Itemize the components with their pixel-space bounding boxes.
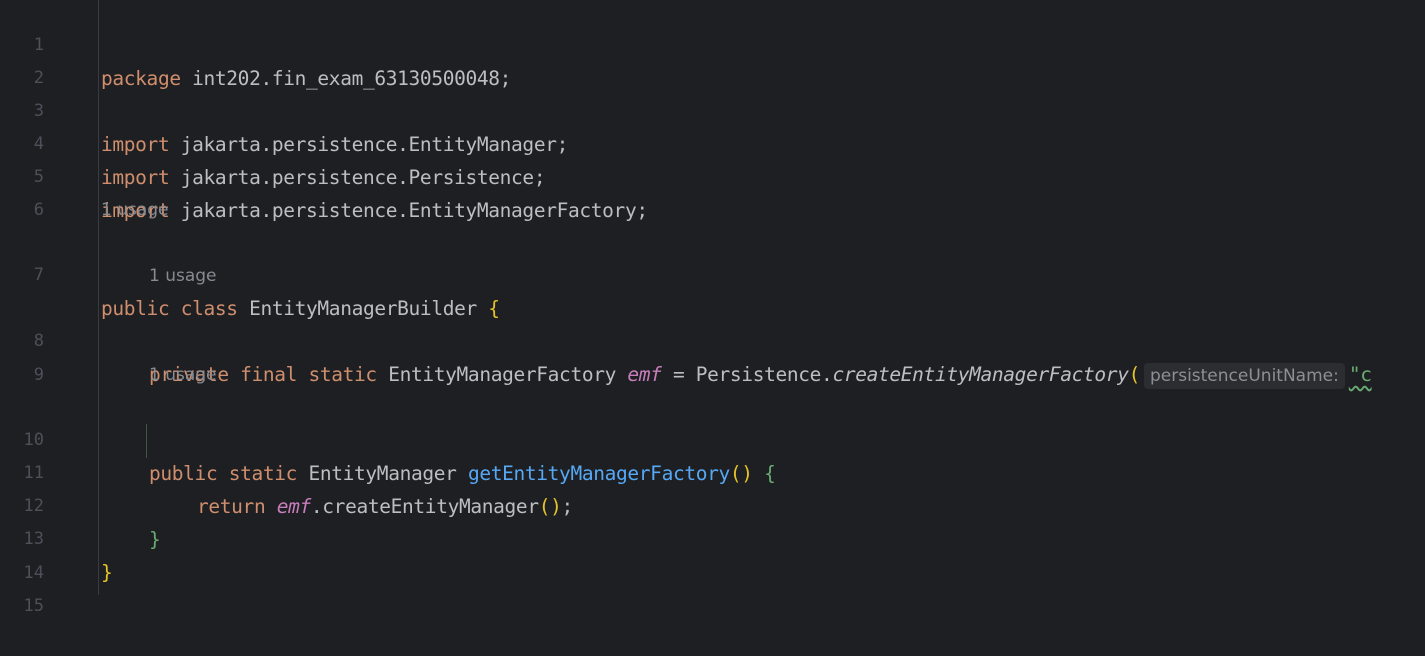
- usage-code-lens[interactable]: 1 usage: [149, 260, 217, 293]
- code-line-4[interactable]: 4 import jakarta.persistence.Persistence…: [0, 95, 1425, 189]
- code-line-7[interactable]: 7 public class EntityManagerBuilder {: [0, 226, 1425, 320]
- string-token: "c: [1348, 363, 1372, 386]
- code-line-9[interactable]: 9: [0, 326, 1425, 385]
- code-line-5[interactable]: 5 import jakarta.persistence.EntityManag…: [0, 128, 1425, 222]
- usage-code-lens[interactable]: 1 usage: [101, 194, 169, 227]
- code-line-1[interactable]: 1 package int202.fin_exam_63130500048;: [0, 0, 1425, 90]
- code-line-6[interactable]: 6: [0, 161, 1425, 220]
- code-editor[interactable]: 1 package int202.fin_exam_63130500048; 2…: [0, 0, 1425, 616]
- static-method-token: createEntityManagerFactory: [832, 363, 1129, 386]
- field-token: emf: [627, 363, 662, 386]
- code-text[interactable]: import jakarta.persistence.EntityManager…: [101, 194, 648, 227]
- parameter-hint: persistenceUnitName:: [1143, 363, 1345, 389]
- import-path-token: jakarta.persistence.EntityManagerFactory…: [169, 199, 648, 222]
- code-line-13[interactable]: 13 }: [0, 490, 1425, 584]
- code-line-11[interactable]: 11 return emf.createEntityManager();: [0, 424, 1425, 518]
- code-line-15[interactable]: 15: [0, 557, 1425, 616]
- usage-code-lens[interactable]: 1 usage: [149, 359, 217, 392]
- keyword-token: final: [240, 363, 298, 386]
- code-line-3[interactable]: 3 import jakarta.persistence.EntityManag…: [0, 62, 1425, 156]
- code-line-12[interactable]: 12 }: [0, 457, 1425, 551]
- keyword-token: static: [308, 363, 377, 386]
- code-line-8[interactable]: 8 private final static EntityManagerFact…: [0, 292, 1425, 389]
- line-number: 7: [33, 265, 44, 285]
- code-line-14[interactable]: 14: [0, 524, 1425, 583]
- line-number: 6: [33, 200, 44, 220]
- line-number: 9: [33, 365, 44, 385]
- type-token: EntityManagerFactory: [376, 363, 628, 386]
- code-line-2[interactable]: 2: [0, 29, 1425, 88]
- code-text[interactable]: private final static EntityManagerFactor…: [149, 358, 1372, 391]
- paren-token: (: [1128, 363, 1141, 386]
- code-line-10[interactable]: 10 public static EntityManager getEntity…: [0, 391, 1425, 485]
- expression-token: = Persistence.: [661, 363, 833, 386]
